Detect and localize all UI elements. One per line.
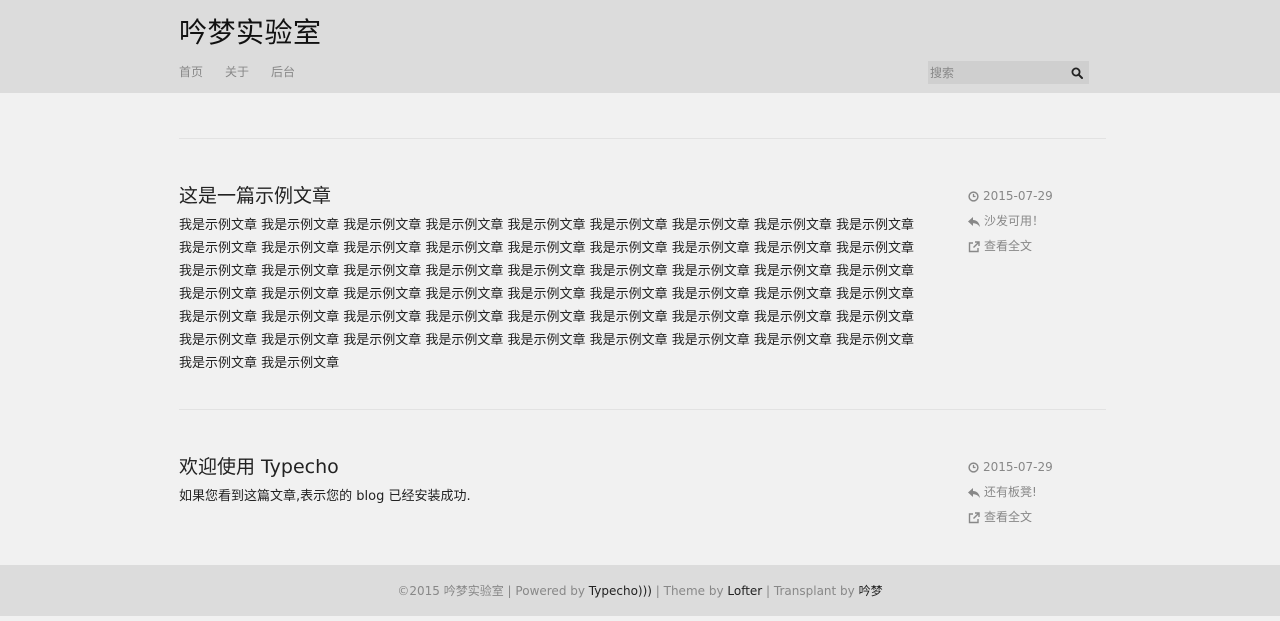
post-read-more-link[interactable]: 查看全文	[968, 505, 1053, 530]
footer-author-link[interactable]: 吟梦	[859, 582, 883, 599]
reply-icon	[968, 487, 980, 498]
site-title[interactable]: 吟梦实验室	[179, 15, 322, 51]
post-excerpt: 如果您看到这篇文章,表示您的 blog 已经安装成功.	[179, 489, 471, 504]
post-comments-text: 沙发可用！	[984, 214, 1045, 228]
nav-item-home[interactable]: 首页	[179, 63, 203, 80]
page-bottom-strip	[0, 616, 1280, 621]
post-excerpt: 我是示例文章 我是示例文章 我是示例文章 我是示例文章 我是示例文章 我是示例文…	[179, 218, 915, 371]
nav-item-admin[interactable]: 后台	[271, 63, 295, 80]
clock-icon	[968, 462, 979, 473]
post-date: 2015-07-29	[968, 455, 1053, 480]
footer-copyright: ©2015 吟梦实验室 | Powered by	[397, 584, 589, 598]
post-comments-text: 还有板凳!	[984, 485, 1037, 499]
post-date: 2015-07-29	[968, 184, 1053, 209]
site-header: 吟梦实验室 首页 关于 后台	[0, 0, 1280, 93]
post-read-more-text: 查看全文	[984, 239, 1033, 253]
external-link-icon	[968, 511, 980, 523]
post-read-more-link[interactable]: 查看全文	[968, 234, 1053, 259]
search-icon	[1071, 67, 1083, 79]
footer-theme-label: | Theme by	[651, 583, 728, 598]
search-button[interactable]	[1065, 61, 1089, 84]
post-item: 这是一篇示例文章 我是示例文章 我是示例文章 我是示例文章 我是示例文章 我是示…	[179, 184, 1106, 375]
footer-transplant-label: | Transplant by	[762, 583, 859, 598]
post-meta: 2015-07-29 沙发可用！ 查看全文	[968, 184, 1053, 259]
post-comments-link[interactable]: 沙发可用！	[968, 209, 1053, 234]
post-divider	[179, 138, 1106, 139]
post-read-more-text: 查看全文	[984, 510, 1033, 524]
search-input[interactable]	[928, 61, 1065, 84]
post-comments-link[interactable]: 还有板凳!	[968, 480, 1053, 505]
post-title[interactable]: 欢迎使用 Typecho	[179, 455, 1106, 479]
post-item: 欢迎使用 Typecho 如果您看到这篇文章,表示您的 blog 已经安装成功.…	[179, 455, 1106, 524]
nav-item-about[interactable]: 关于	[225, 63, 249, 80]
post-divider	[179, 409, 1106, 410]
external-link-icon	[968, 240, 980, 252]
reply-icon	[968, 216, 980, 227]
clock-icon	[968, 191, 979, 202]
post-title[interactable]: 这是一篇示例文章	[179, 184, 1106, 208]
footer-typecho-link[interactable]: Typecho)))	[589, 584, 652, 598]
post-date-text: 2015-07-29	[983, 189, 1053, 203]
main-nav: 首页 关于 后台	[179, 63, 295, 80]
search-box	[928, 61, 1089, 84]
post-meta: 2015-07-29 还有板凳! 查看全文	[968, 455, 1053, 530]
footer-lofter-link[interactable]: Lofter	[727, 584, 762, 598]
post-date-text: 2015-07-29	[983, 460, 1053, 474]
site-footer: ©2015 吟梦实验室 | Powered by Typecho))) | Th…	[0, 565, 1280, 616]
